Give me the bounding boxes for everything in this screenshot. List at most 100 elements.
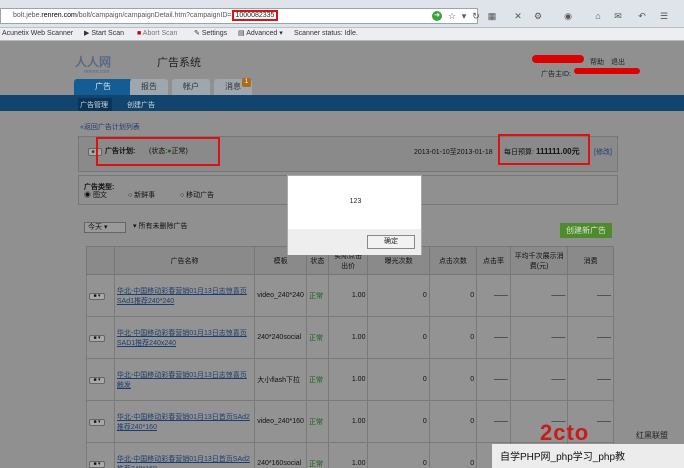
- go-icon[interactable]: ➜: [432, 11, 442, 21]
- ad-clicks: 0: [428, 316, 478, 359]
- logout-link[interactable]: 退出: [611, 57, 625, 67]
- ad-template: video_240*240: [254, 274, 307, 317]
- url-host: renren.com: [41, 12, 77, 19]
- ad-ctr: ——: [476, 316, 511, 359]
- addon-icon[interactable]: ▦: [486, 10, 498, 22]
- col-ctr: 点击率: [476, 246, 511, 275]
- highlight-budget: [498, 134, 590, 165]
- radio-news-feed[interactable]: ○ 新鲜事: [128, 190, 155, 200]
- settings-button[interactable]: ✎ Settings: [194, 28, 227, 40]
- row-toggle[interactable]: ■ ▾: [89, 292, 105, 300]
- ok-button[interactable]: 确定: [367, 235, 415, 249]
- radio-mobile-ad[interactable]: ○ 移动广告: [180, 190, 214, 200]
- ad-impressions: 0: [367, 316, 430, 359]
- ads-table: 广告名称 模板 状态 实际点击出价 曝光次数 点击次数 点击率 平均千次展示消费…: [86, 246, 614, 468]
- help-link[interactable]: 帮助: [590, 57, 604, 67]
- ad-ctr: ——: [476, 358, 511, 401]
- ad-name-link[interactable]: 华北-中国移动彩春营销01月13日首页SAd2推荐240*160: [117, 456, 250, 468]
- url-prefix: bolt.jebe.: [13, 12, 42, 19]
- mail-icon[interactable]: ✉: [612, 10, 624, 22]
- back-to-list-link[interactable]: «返回广告计划列表: [80, 122, 140, 132]
- ad-template: 大小flash下拉: [254, 358, 307, 401]
- ad-ctr: ——: [476, 400, 511, 443]
- tab-account[interactable]: 帐户: [172, 79, 210, 95]
- scanner-status: Scanner status: Idle.: [294, 30, 358, 37]
- url-path: /bolt/campaign/campaignDetail.htm?campai…: [76, 12, 232, 19]
- toggle-cell: ■ ▾: [86, 400, 115, 443]
- alert-dialog: 123 确定: [287, 175, 422, 255]
- ad-impressions: 0: [367, 274, 430, 317]
- ad-clicks: 0: [428, 274, 478, 317]
- ad-name-link[interactable]: 华北-中国移动彩春营销01月13日志惊喜页SAD1推荐240x240: [117, 330, 247, 347]
- ad-filter-select[interactable]: ▾ 所有未删除广告: [130, 222, 230, 233]
- site-logo-sub: renren.com: [84, 69, 110, 75]
- subnav-ad-manage[interactable]: 广告管理: [80, 100, 108, 110]
- ad-name-link[interactable]: 华北-中国移动彩春营销01月13日首页SAd2推荐240*160: [117, 414, 250, 431]
- close-icon[interactable]: ✕: [512, 10, 524, 22]
- row-toggle[interactable]: ■ ▾: [89, 376, 105, 384]
- subnav-create-ad[interactable]: 创建广告: [127, 100, 155, 110]
- table-row: ■ ▾ 华北-中国移动彩春营销01月13日志惊喜页触发 大小flash下拉 正常 1.0…: [86, 358, 614, 401]
- advanced-button[interactable]: ▤ Advanced ▾: [238, 28, 283, 40]
- name-cell: 华北-中国移动彩春营销01月13日首页SAd2推荐240*160: [113, 442, 256, 468]
- owner-label: 广告主ID:: [541, 71, 571, 78]
- site-logo[interactable]: 人人网: [75, 53, 111, 70]
- ad-bid: 1.00: [327, 442, 369, 468]
- create-new-ad-button[interactable]: 创建新广告: [560, 223, 612, 238]
- ad-clicks: 0: [428, 442, 478, 468]
- tool-icon[interactable]: ⚙: [532, 10, 544, 22]
- ad-template: 240*240social: [254, 316, 307, 359]
- ad-name-link[interactable]: 华北-中国移动彩春营销01月13日志惊喜页SAd1推荐240*240: [117, 288, 247, 305]
- ad-clicks: 0: [428, 358, 478, 401]
- toggle-cell: ■ ▾: [86, 316, 115, 359]
- ad-clicks: 0: [428, 400, 478, 443]
- ad-name-link[interactable]: 华北-中国移动彩春营销01月13日志惊喜页触发: [117, 372, 247, 389]
- ad-status: 正常: [305, 316, 329, 359]
- dropdown-icon[interactable]: ▾: [458, 10, 470, 22]
- url-campaign-id: 1000082335: [231, 10, 279, 21]
- system-name: 广告系统: [157, 57, 201, 69]
- row-toggle[interactable]: ■ ▾: [89, 334, 105, 342]
- abort-scan-button[interactable]: ■ Abort Scan: [137, 28, 177, 40]
- ad-template: video_240*160: [254, 400, 307, 443]
- start-scan-button[interactable]: ▶ Start Scan: [84, 28, 124, 40]
- ad-cost: ——: [567, 316, 614, 359]
- ad-bid: 1.00: [327, 400, 369, 443]
- name-cell: 华北-中国移动彩春营销01月13日志惊喜页触发: [113, 358, 256, 401]
- modify-link[interactable]: [修改]: [594, 147, 612, 157]
- col-toggle: [86, 246, 115, 275]
- tab-report[interactable]: 报告: [130, 79, 168, 95]
- plan-dates: 2013-01-10至2013-01-18: [414, 149, 493, 156]
- ad-status: 正常: [305, 358, 329, 401]
- menu-icon[interactable]: ☰: [658, 10, 670, 22]
- row-toggle[interactable]: ■ ▾: [89, 460, 105, 468]
- tab-ad[interactable]: 广告: [74, 79, 132, 95]
- ad-bid: 1.00: [327, 316, 369, 359]
- ad-template: 240*160social: [254, 442, 307, 468]
- date-range-select[interactable]: 今天 ▾: [84, 222, 126, 233]
- ad-status: 正常: [305, 442, 329, 468]
- refresh-icon[interactable]: ↻: [470, 10, 482, 22]
- ad-cost: ——: [567, 358, 614, 401]
- col-name: 广告名称: [113, 246, 256, 275]
- watermark-text: 自学PHP网_php学习_php教: [500, 452, 626, 463]
- star-icon[interactable]: ☆: [446, 10, 458, 22]
- radio-image-text[interactable]: ◉ 图文: [84, 190, 107, 200]
- ad-cpm: ——: [509, 274, 569, 317]
- toggle-cell: ■ ▾: [86, 274, 115, 317]
- name-cell: 华北-中国移动彩春营销01月13日志惊喜页SAd1推荐240*240: [113, 274, 256, 317]
- toggle-cell: ■ ▾: [86, 442, 115, 468]
- url-field[interactable]: bolt.jebe.renren.com/bolt/campaign/campa…: [0, 8, 478, 24]
- row-toggle[interactable]: ■ ▾: [89, 418, 105, 426]
- scanner-toolbar: Acunetix Web Scanner ▶ Start Scan ■ Abor…: [0, 28, 684, 41]
- back-icon[interactable]: ↶: [636, 10, 648, 22]
- ad-bid: 1.00: [327, 274, 369, 317]
- home-icon[interactable]: ⌂: [592, 10, 604, 22]
- ad-impressions: 0: [367, 400, 430, 443]
- col-cpm: 平均千次展示消费(元): [509, 246, 569, 275]
- ad-status: 正常: [305, 274, 329, 317]
- redaction-mark: [574, 68, 640, 74]
- dialog-message: 123: [349, 198, 362, 205]
- message-count-badge: 1: [242, 78, 251, 87]
- globe-icon[interactable]: ◉: [562, 10, 574, 22]
